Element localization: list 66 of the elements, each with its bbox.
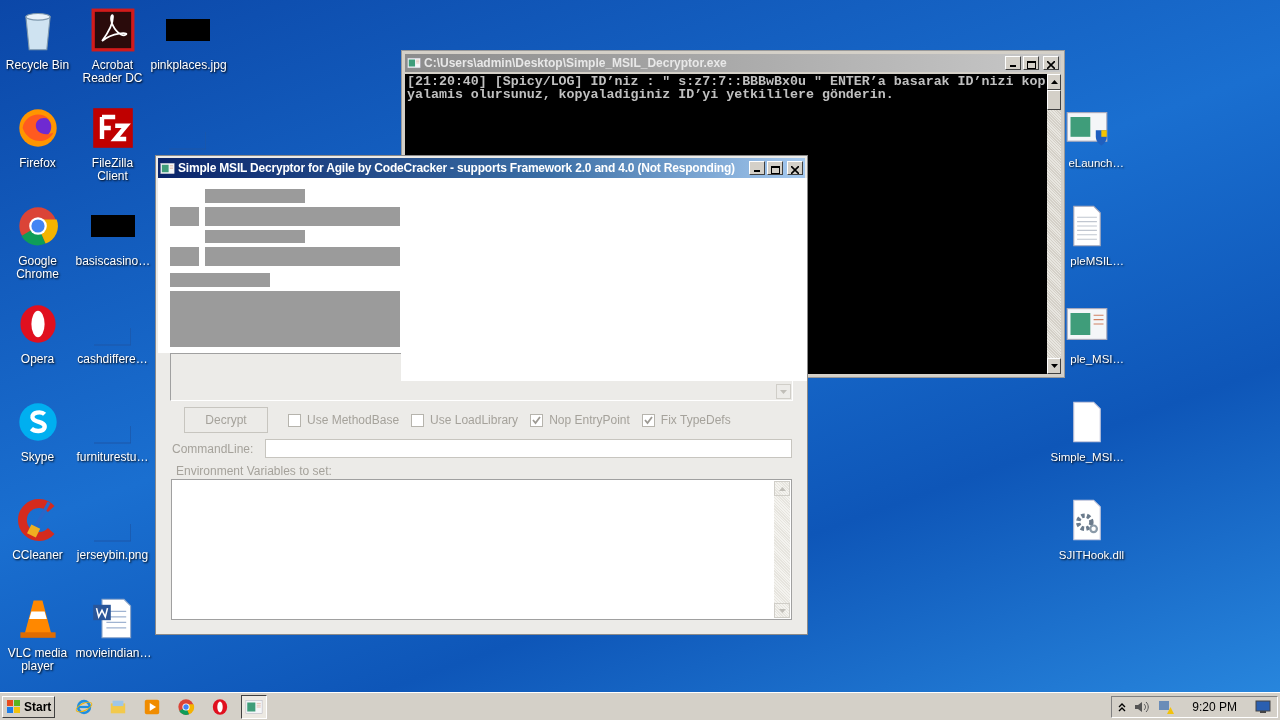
chrome-icon [177, 697, 196, 716]
close-icon [791, 166, 799, 174]
window-title: Simple MSIL Decryptor for Agile by CodeCracker - supports Framework 2.0 and 4.0 (Not Responding) [178, 160, 736, 177]
checkbox-label: Use MethodBase [307, 412, 400, 429]
checkbox-label: Fix TypeDefs [660, 412, 731, 429]
desktop-icon-label[interactable]: FileZilla Client [75, 157, 150, 183]
desktop-icon-label[interactable]: ple_MSI… [1070, 353, 1124, 366]
window-title: C:\Users\admin\Desktop\Simple_MSIL_Decryptor.exe [424, 55, 728, 72]
desktop-icon-label[interactable]: Recycle Bin [0, 59, 75, 72]
maximize-button[interactable] [767, 161, 783, 175]
taskbar-app-button[interactable] [241, 694, 268, 719]
commandline-label: CommandLine: [172, 440, 254, 458]
desktop-icon-label[interactable]: Opera [0, 353, 75, 366]
desktop-icon-label[interactable]: basiscasino… [75, 255, 150, 268]
close-button[interactable] [787, 161, 803, 175]
speaker-icon[interactable] [1134, 699, 1151, 714]
console-line: yalamis olursunuz, kopyaladiginiz ID’yi yetkililere gönderin. [407, 88, 895, 101]
desktop-icon-label[interactable]: movieindian… [75, 647, 150, 660]
desktop-icon-label[interactable]: eLaunch… [1068, 157, 1124, 170]
scrollbar[interactable] [1047, 74, 1061, 374]
desktop-icon-label[interactable]: SJITHook.dll [1058, 549, 1124, 562]
clock[interactable]: 9:20 PM [1192, 697, 1237, 716]
application-window-icon [407, 56, 421, 70]
desktop-icon-label[interactable]: Skype [0, 451, 75, 464]
show-desktop-icon[interactable] [1255, 699, 1271, 714]
down-arrow-icon [1050, 364, 1058, 368]
desktop-icon-label[interactable]: pinkplaces.jpg [150, 59, 225, 72]
minimize-button[interactable] [1005, 56, 1021, 70]
commandline-field[interactable] [265, 439, 792, 458]
desktop-icon-label[interactable]: pleMSIL… [1070, 255, 1124, 268]
checkmark-icon [643, 415, 653, 425]
ie-icon [75, 697, 94, 716]
checkbox-label: Nop EntryPoint [549, 412, 630, 429]
start-button[interactable]: Start [2, 695, 56, 718]
checkbox-label: Use LoadLibrary [430, 412, 519, 429]
close-icon [1047, 61, 1055, 69]
desktop-icon-label[interactable]: VLC media player [0, 647, 75, 673]
desktop-icon-label[interactable]: CCleaner [0, 549, 75, 562]
maximize-button[interactable] [1023, 56, 1039, 70]
application-window-icon [160, 160, 175, 176]
down-arrow-icon [780, 389, 787, 394]
minimize-button[interactable] [749, 161, 765, 175]
console-line: [21:20:40] [Spicy/LOG] ID’niz : " s:z7:7::BBBwBx0u " ENTER’a basarak ID’nizi kop [407, 75, 1046, 88]
desktop-icon-label[interactable]: Firefox [0, 157, 75, 170]
desktop-icon-label[interactable]: jerseybin.png [75, 549, 150, 562]
application-window-icon [245, 697, 264, 716]
opera-icon [211, 697, 230, 716]
down-arrow-icon [778, 608, 786, 613]
windows-logo-icon [6, 698, 22, 715]
desktop-icon-label[interactable]: Simple_MSI… [1050, 451, 1124, 464]
placeholder-block [170, 247, 199, 266]
checkmark-icon [532, 415, 542, 425]
desktop-icon-label[interactable]: Google Chrome [0, 255, 75, 281]
up-arrow-icon [778, 486, 786, 491]
placeholder-block [170, 207, 199, 226]
desktop-icon-label[interactable]: cashdiffere… [75, 353, 150, 366]
environment-label: Environment Variables to set: [176, 464, 333, 478]
scroll-thumb[interactable] [1047, 90, 1061, 110]
desktop-icon-label[interactable]: Acrobat Reader DC [75, 59, 150, 85]
media-player-icon [143, 697, 162, 716]
close-button[interactable] [1043, 56, 1059, 70]
filezilla-icon [90, 106, 135, 150]
chevron-up-icon[interactable] [1118, 701, 1127, 712]
document-swirl-icon [90, 8, 135, 52]
up-arrow-icon [1050, 80, 1058, 84]
desktop-icon-label[interactable]: furniturestu… [75, 451, 150, 464]
